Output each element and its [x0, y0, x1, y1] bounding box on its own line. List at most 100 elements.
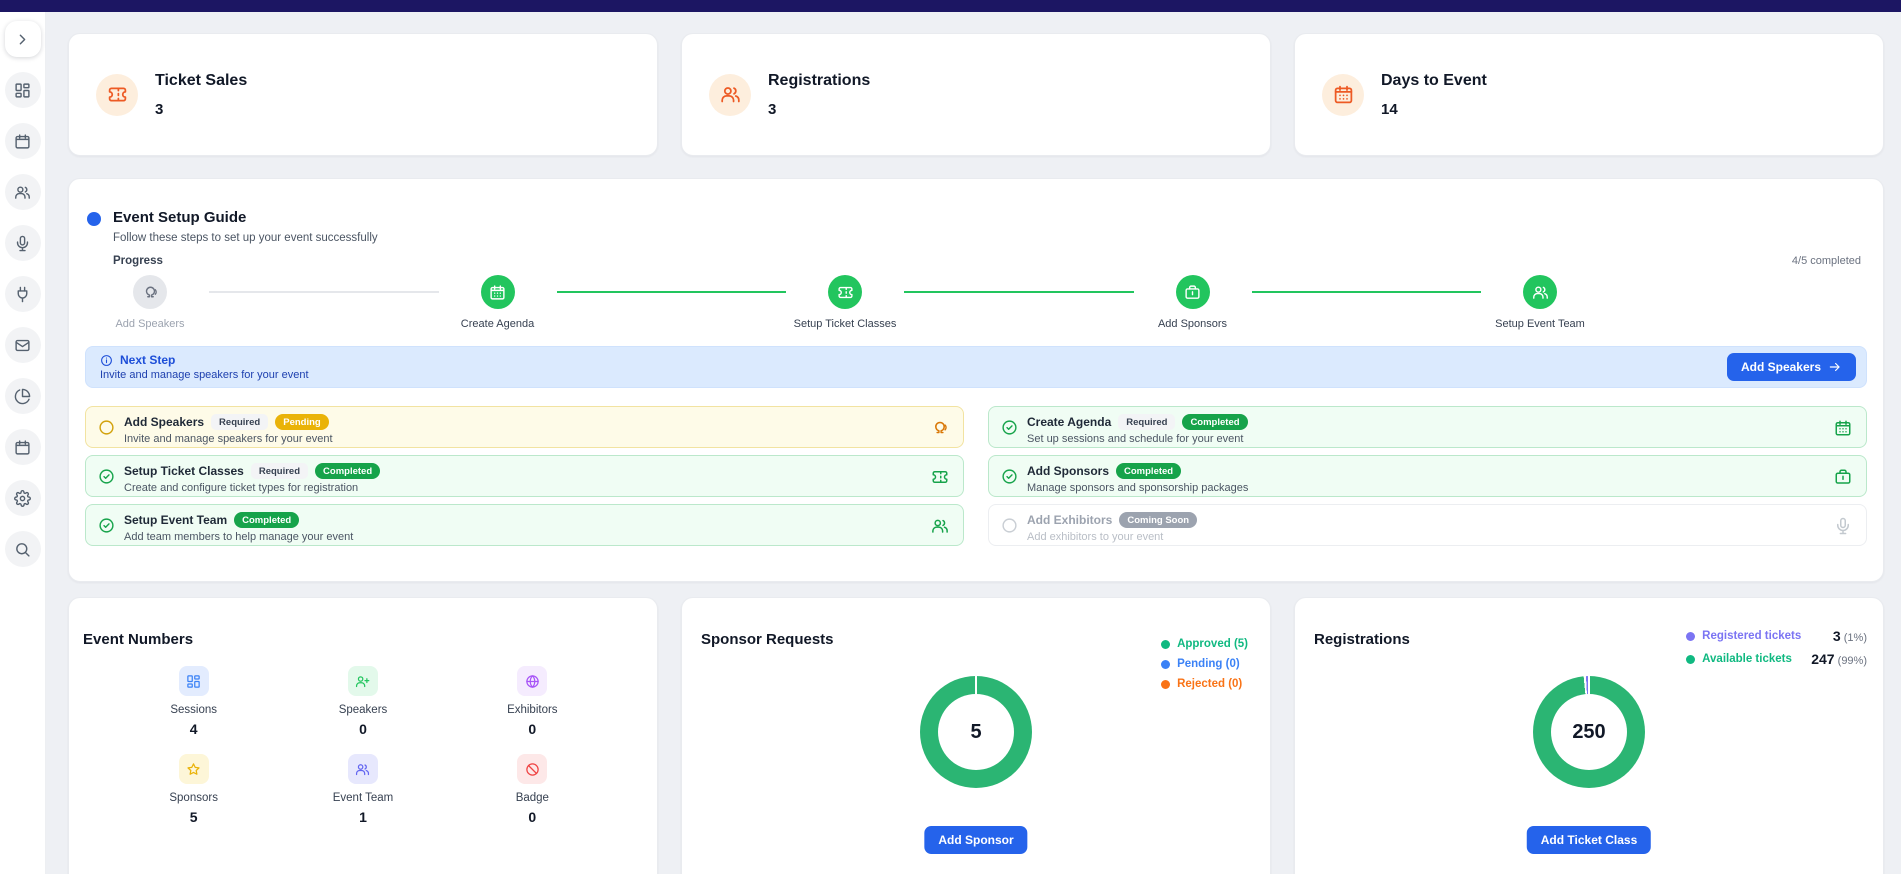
- legend-dot: [1686, 631, 1696, 641]
- check-circle-icon: [98, 468, 115, 485]
- days-to-event-value: 14: [1381, 100, 1398, 118]
- step-setup-event-team[interactable]: Setup Event Team: [1481, 275, 1599, 330]
- task-description: Create and configure ticket types for re…: [124, 482, 359, 494]
- sidebar-item-search[interactable]: [4, 531, 41, 567]
- legend-dot: [1161, 679, 1171, 689]
- top-bar: [0, 0, 1901, 12]
- completed-badge: Completed: [315, 463, 381, 479]
- next-step-title: Next Step: [120, 353, 176, 367]
- sidebar-item-mail[interactable]: [4, 327, 41, 363]
- sponsors-stat: Sponsors 5: [169, 754, 218, 825]
- task-description: Invite and manage speakers for your even…: [124, 433, 333, 445]
- add-sponsor-button[interactable]: Add Sponsor: [924, 826, 1028, 854]
- progress-label: Progress: [113, 255, 163, 267]
- ticket-icon: [96, 73, 138, 116]
- step-label: Add Sponsors: [1157, 318, 1228, 330]
- users-icon: [14, 184, 31, 201]
- setup-guide-header: Event Setup Guide Follow these steps to …: [85, 209, 1867, 267]
- calendar-icon: [1322, 73, 1364, 116]
- sidebar-item-schedule[interactable]: [4, 429, 41, 465]
- registrations-donut-chart: 250: [1533, 676, 1645, 788]
- stat-label: Sponsors: [169, 792, 218, 804]
- stat-label: Sessions: [170, 704, 217, 716]
- required-badge: Required: [1118, 414, 1176, 430]
- sidebar-item-calendar[interactable]: [4, 123, 41, 159]
- sponsor-requests-donut-chart: 5: [920, 676, 1032, 788]
- sessions-stat: Sessions 4: [170, 666, 217, 737]
- grid-icon: [178, 666, 209, 696]
- event-setup-guide-card: Event Setup Guide Follow these steps to …: [68, 178, 1884, 582]
- step-connector: [556, 291, 786, 293]
- circle-icon: [1001, 517, 1018, 534]
- required-badge: Required: [211, 414, 269, 430]
- exhibitors-stat: Exhibitors 0: [507, 666, 558, 737]
- step-label: Add Speakers: [115, 318, 185, 330]
- sidebar-item-settings[interactable]: [4, 480, 41, 516]
- stat-label: Speakers: [338, 704, 388, 716]
- arrow-right-icon: [1828, 360, 1842, 374]
- legend-rejected: Rejected (0): [1161, 678, 1248, 690]
- ticket-sales-card: Ticket Sales 3: [68, 33, 658, 156]
- task-description: Set up sessions and schedule for your ev…: [1027, 433, 1244, 445]
- calendar-icon: [1834, 419, 1852, 437]
- available-tickets-value: 247 (99%): [1811, 651, 1867, 667]
- task-setup-ticket-classes[interactable]: Setup Ticket Classes Required Completed …: [85, 455, 964, 497]
- star-icon: [178, 754, 209, 784]
- legend-dot: [1686, 654, 1696, 664]
- event-team-stat: Event Team 1: [333, 754, 393, 825]
- step-add-sponsors[interactable]: Add Sponsors: [1134, 275, 1252, 330]
- microphone-icon: [1834, 517, 1852, 535]
- task-title: Add Sponsors: [1027, 464, 1110, 478]
- chevron-right-icon: [14, 31, 31, 48]
- sidebar-item-dashboard[interactable]: [4, 72, 41, 108]
- task-add-sponsors[interactable]: Add Sponsors Completed Manage sponsors a…: [988, 455, 1867, 497]
- users-icon: [709, 73, 751, 116]
- stat-label: Badge: [515, 792, 549, 804]
- donut-center-value: 250: [1572, 720, 1606, 743]
- event-numbers-title: Event Numbers: [83, 631, 194, 648]
- registrations-title: Registrations: [768, 71, 871, 89]
- legend-pending: Pending (0): [1161, 658, 1248, 670]
- calendar-icon: [480, 275, 515, 309]
- legend-approved: Approved (5): [1161, 638, 1248, 650]
- step-connector: [904, 291, 1134, 293]
- step-setup-ticket-classes[interactable]: Setup Ticket Classes: [786, 275, 904, 330]
- legend-dot: [1161, 639, 1171, 649]
- ticket-icon: [931, 468, 949, 486]
- step-label: Setup Ticket Classes: [793, 318, 897, 330]
- check-circle-icon: [1001, 468, 1018, 485]
- sidebar-item-integrations[interactable]: [4, 276, 41, 312]
- task-add-speakers[interactable]: Add Speakers Required Pending Invite and…: [85, 406, 964, 448]
- sponsor-requests-legend: Approved (5) Pending (0) Rejected (0): [1161, 638, 1248, 690]
- step-connector: [1251, 291, 1481, 293]
- legend-registered-tickets: Registered tickets: [1686, 630, 1801, 642]
- add-ticket-class-button[interactable]: Add Ticket Class: [1526, 826, 1652, 854]
- completed-badge: Completed: [1116, 463, 1182, 479]
- microphone-icon: [14, 235, 31, 252]
- step-create-agenda[interactable]: Create Agenda: [439, 275, 557, 330]
- add-speakers-button[interactable]: Add Speakers: [1726, 353, 1856, 381]
- globe-icon: [517, 666, 548, 696]
- sidebar-expand-button[interactable]: [4, 21, 41, 57]
- registrations-chart-card: Registrations Registered tickets 3 (1%) …: [1294, 597, 1884, 874]
- dashboard-icon: [14, 82, 31, 99]
- sidebar: [0, 12, 46, 874]
- sidebar-item-reports[interactable]: [4, 378, 41, 414]
- stat-value: 4: [189, 721, 198, 737]
- task-title: Setup Ticket Classes: [124, 464, 244, 478]
- stats-row: Ticket Sales 3 Registrations 3 Days to E…: [68, 33, 1884, 156]
- task-description: Add exhibitors to your event: [1027, 531, 1164, 543]
- sidebar-item-attendees[interactable]: [4, 174, 41, 210]
- task-create-agenda[interactable]: Create Agenda Required Completed Set up …: [988, 406, 1867, 448]
- registrations-value: 3: [768, 100, 777, 118]
- sidebar-item-speakers[interactable]: [4, 225, 41, 261]
- search-icon: [14, 541, 31, 558]
- calendar-icon: [14, 439, 31, 456]
- task-setup-event-team[interactable]: Setup Event Team Completed Add team memb…: [85, 504, 964, 546]
- circle-icon: [98, 419, 115, 436]
- stat-value: 1: [359, 809, 367, 825]
- step-add-speakers[interactable]: Add Speakers: [91, 275, 209, 330]
- task-add-exhibitors: Add Exhibitors Coming Soon Add exhibitor…: [988, 504, 1867, 546]
- registrations-legend: Registered tickets 3 (1%) Available tick…: [1686, 628, 1867, 667]
- main-content: Ticket Sales 3 Registrations 3 Days to E…: [46, 0, 1901, 874]
